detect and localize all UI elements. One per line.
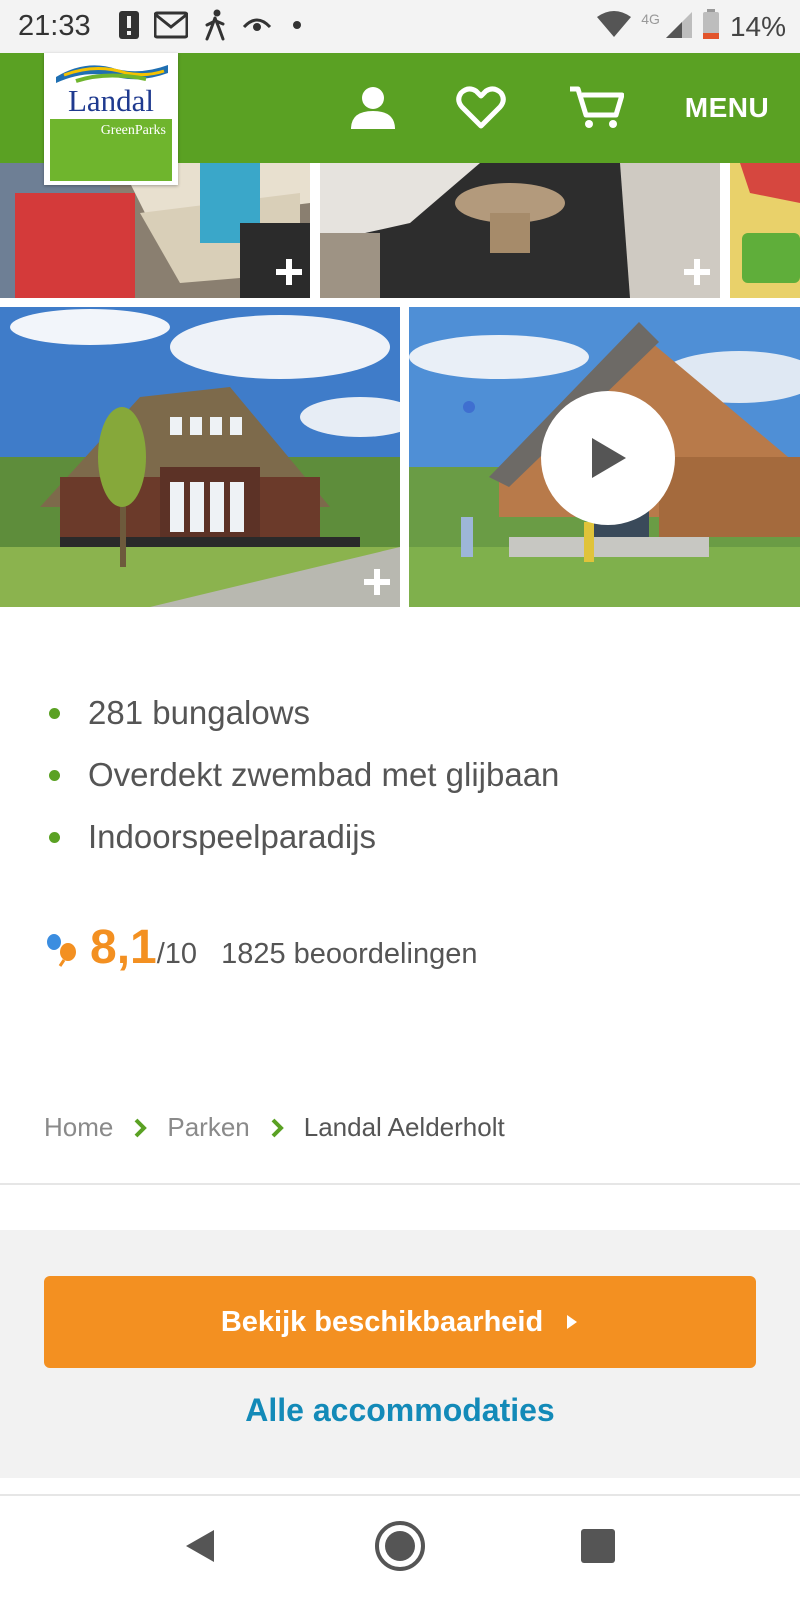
home-icon xyxy=(375,1521,425,1571)
network-type: 4G xyxy=(641,10,660,27)
battery-icon xyxy=(702,9,720,44)
rating-score: 8,1 xyxy=(90,921,157,974)
user-icon xyxy=(351,87,395,129)
list-item: Overdekt zwembad met glijbaan xyxy=(44,744,559,806)
chevron-right-icon xyxy=(133,1117,148,1139)
landal-logo[interactable]: Landal GreenParks xyxy=(44,53,178,185)
gallery-video-wooden-house[interactable] xyxy=(409,307,800,607)
feature-list: 281 bungalows Overdekt zwembad met glijb… xyxy=(44,682,559,868)
cart-button[interactable] xyxy=(560,53,632,163)
alert-icon xyxy=(118,10,140,45)
status-bar: 21:33 4G 14% xyxy=(0,0,800,53)
review-count: 1825 beoordelingen xyxy=(221,938,478,970)
system-nav-bar xyxy=(0,1496,800,1600)
availability-button[interactable]: Bekijk beschikbaarheid xyxy=(44,1276,756,1368)
bullet-dot-icon xyxy=(49,707,60,719)
status-time: 21:33 xyxy=(18,10,91,42)
logo-name: Landal xyxy=(67,83,155,118)
home-button[interactable] xyxy=(370,1516,430,1576)
signal-icon xyxy=(664,10,692,43)
rating-balloons-icon xyxy=(47,934,76,967)
walking-icon xyxy=(202,9,228,46)
menu-label: MENU xyxy=(684,92,770,123)
feature-text: Indoorspeelparadijs xyxy=(88,818,377,855)
expand-plus-icon xyxy=(364,569,390,595)
logo-subtitle: GreenParks xyxy=(100,123,166,138)
expand-plus-icon xyxy=(684,259,710,285)
recents-button[interactable] xyxy=(568,1516,628,1576)
breadcrumb-home[interactable]: Home xyxy=(44,1112,113,1143)
breadcrumb: Home Parken Landal Aelderholt xyxy=(44,1112,505,1143)
rating-max: /10 xyxy=(156,938,198,970)
availability-label: Bekijk beschikbaarheid xyxy=(220,1305,544,1338)
list-item: 281 bungalows xyxy=(44,682,559,744)
gallery-photo-thatched-house[interactable] xyxy=(0,307,400,607)
eye-icon xyxy=(242,13,272,42)
feature-text: 281 bungalows xyxy=(88,694,311,731)
gallery-photo-living-room[interactable] xyxy=(320,163,720,298)
rating-summary[interactable]: 8,1 /10 1825 beoordelingen xyxy=(44,920,477,980)
all-accommodations-link[interactable]: Alle accommodaties xyxy=(0,1392,800,1429)
logo-green-block: GreenParks xyxy=(50,119,172,181)
gmail-icon xyxy=(153,11,189,44)
expand-plus-icon xyxy=(276,259,302,285)
gallery-photo-playground[interactable] xyxy=(730,163,800,298)
dot-icon xyxy=(286,14,308,41)
account-button[interactable] xyxy=(338,53,408,163)
favorites-button[interactable] xyxy=(446,53,516,163)
back-button[interactable] xyxy=(170,1516,230,1576)
divider xyxy=(0,1183,800,1185)
back-icon xyxy=(186,1530,214,1562)
breadcrumb-parks[interactable]: Parken xyxy=(167,1112,249,1143)
triangle-right-icon xyxy=(567,1315,578,1329)
play-icon xyxy=(592,438,626,478)
bullet-dot-icon xyxy=(49,831,60,843)
wifi-icon xyxy=(597,11,632,42)
feature-text: Overdekt zwembad met glijbaan xyxy=(88,756,560,793)
heart-icon xyxy=(456,86,506,129)
play-video-button[interactable] xyxy=(541,391,675,525)
bullet-dot-icon xyxy=(49,769,60,781)
chevron-right-icon xyxy=(270,1117,284,1139)
list-item: Indoorspeelparadijs xyxy=(44,806,559,868)
menu-button[interactable]: MENU xyxy=(672,53,782,163)
battery-percent: 14% xyxy=(729,10,786,42)
breadcrumb-current: Landal Aelderholt xyxy=(303,1112,505,1142)
cart-icon xyxy=(570,86,624,128)
recents-icon xyxy=(581,1529,615,1563)
